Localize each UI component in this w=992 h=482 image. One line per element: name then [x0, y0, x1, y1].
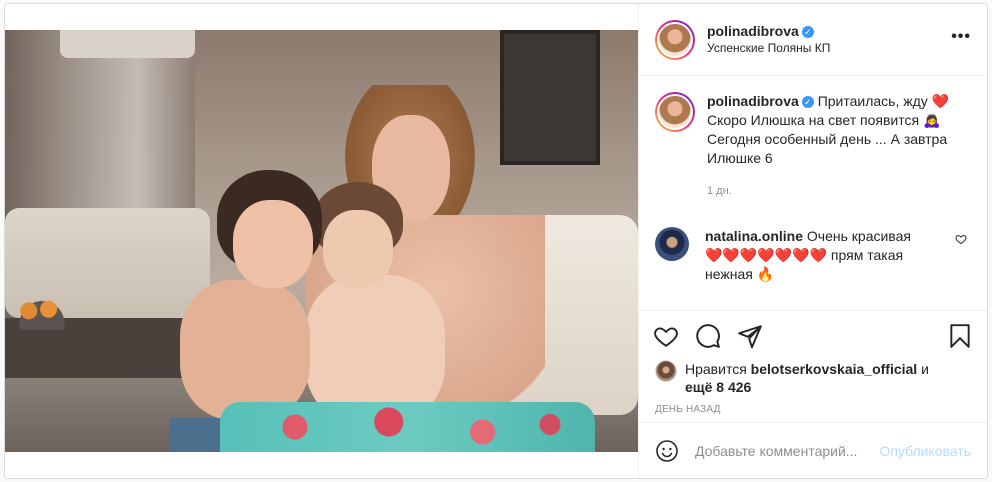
post-media — [5, 4, 638, 478]
likes-prefix: Нравится — [685, 361, 751, 377]
emoji-icon[interactable] — [655, 439, 679, 463]
author-avatar[interactable] — [655, 19, 695, 60]
bookmark-icon[interactable] — [947, 323, 973, 349]
comments-section: polinadibrova ✓ Притаилась, жду ❤️ Скоро … — [639, 76, 987, 310]
post-date[interactable]: ДЕНЬ НАЗАД — [639, 396, 987, 422]
commenter-username[interactable]: natalina.online — [705, 228, 803, 244]
post-location[interactable]: Успенские Поляны КП — [707, 40, 830, 57]
caption-time[interactable]: 1 дн. — [707, 182, 967, 201]
caption-avatar[interactable] — [655, 92, 695, 132]
more-options-icon[interactable]: ••• — [951, 29, 971, 45]
post-sidebar: polinadibrova ✓ Успенские Поляны КП ••• p… — [638, 4, 987, 478]
likes-others-count[interactable]: ещё 8 426 — [685, 379, 751, 395]
heart-icon[interactable] — [653, 323, 679, 349]
like-comment-icon[interactable] — [955, 233, 967, 245]
liker-avatar[interactable] — [655, 360, 677, 382]
action-bar — [639, 310, 987, 360]
likes-middle: и — [917, 361, 929, 377]
commenter-avatar[interactable] — [655, 227, 689, 261]
author-username[interactable]: polinadibrova — [707, 23, 799, 39]
share-icon[interactable] — [737, 323, 763, 349]
post-header: polinadibrova ✓ Успенские Поляны КП ••• — [639, 4, 987, 76]
comment-item: natalina.online Очень красивая ❤️❤️❤️❤️❤… — [655, 227, 971, 284]
verified-badge-icon: ✓ — [801, 96, 814, 108]
comment-icon[interactable] — [695, 323, 721, 349]
publish-button[interactable]: Опубликовать — [879, 443, 971, 459]
post-photo[interactable] — [5, 30, 638, 452]
instagram-post: polinadibrova ✓ Успенские Поляны КП ••• p… — [4, 3, 988, 479]
caption-username[interactable]: polinadibrova — [707, 93, 799, 109]
caption: polinadibrova ✓ Притаилась, жду ❤️ Скоро … — [655, 92, 971, 201]
comment-input[interactable] — [695, 442, 880, 459]
liker-username[interactable]: belotserkovskaia_official — [751, 361, 918, 377]
verified-badge-icon: ✓ — [801, 25, 814, 38]
likes-summary: Нравится belotserkovskaia_official и ещё… — [639, 360, 987, 396]
add-comment-bar: Опубликовать — [639, 422, 987, 478]
